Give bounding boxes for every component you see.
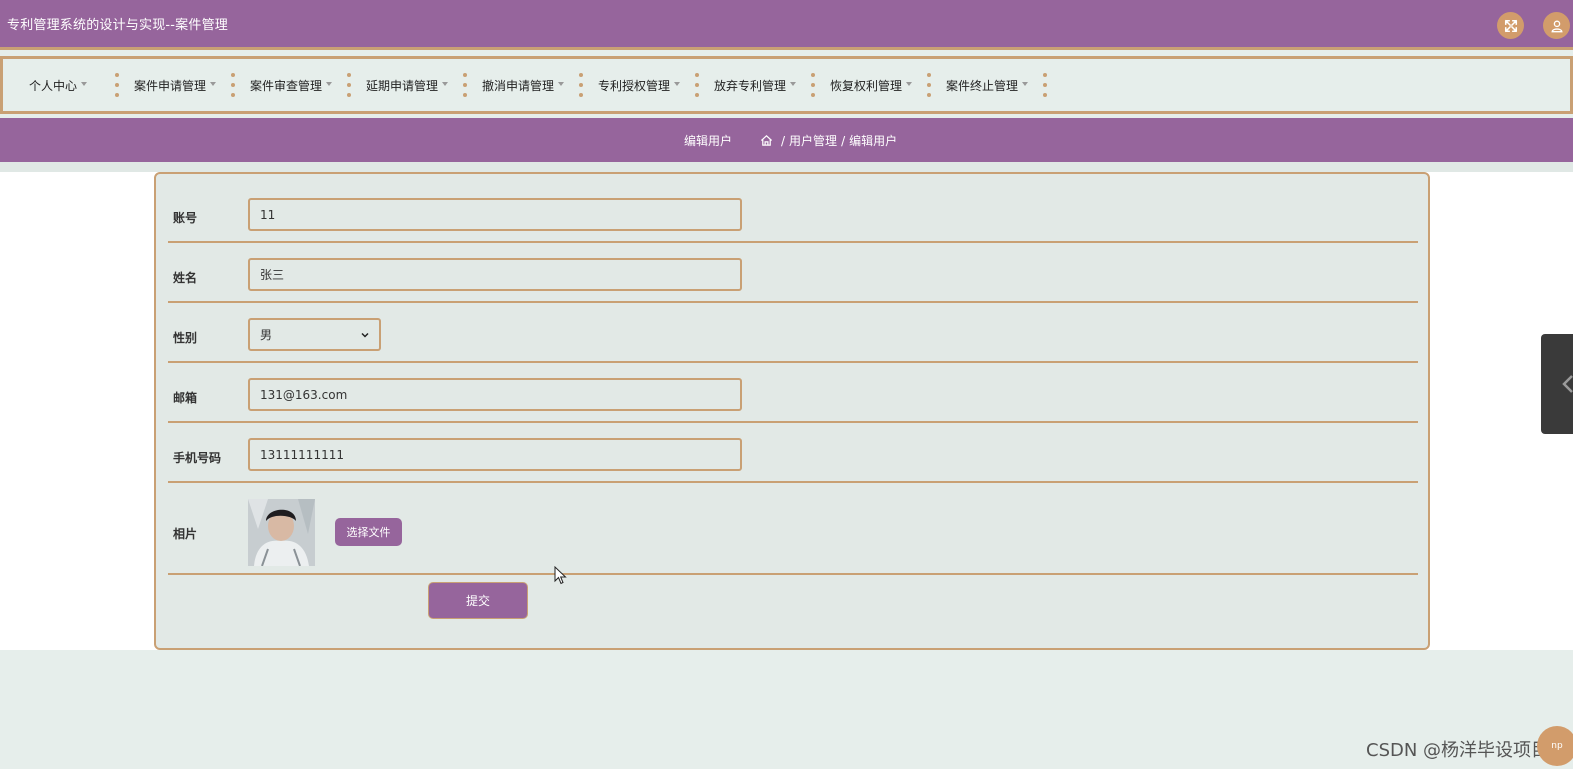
form-row-name: 姓名 — [168, 243, 1418, 303]
chevron-left-icon — [1562, 375, 1573, 393]
caret-down-icon — [326, 82, 333, 86]
caret-down-icon — [81, 82, 88, 86]
breadcrumb-item-user-management[interactable]: 用户管理 — [789, 132, 837, 149]
main-nav: 个人中心 案件申请管理 案件审查管理 延期申请管理 撤消申请管理 专利授权管理 … — [0, 56, 1573, 114]
nav-item-extension-application[interactable]: 延期申请管理 — [351, 59, 463, 111]
email-label: 邮箱 — [173, 391, 198, 405]
nav-item-case-termination[interactable]: 案件终止管理 — [931, 59, 1043, 111]
nav-separator — [1043, 73, 1047, 97]
nav-item-restore-rights[interactable]: 恢复权利管理 — [815, 59, 927, 111]
gender-select[interactable]: 男 — [248, 318, 381, 351]
chevron-down-icon — [361, 332, 369, 338]
account-input[interactable] — [248, 198, 742, 231]
avatar-photo — [248, 499, 315, 566]
form-row-phone: 手机号码 — [168, 423, 1418, 483]
breadcrumb: / 用户管理 / 编辑用户 — [760, 132, 897, 149]
gender-selected-value: 男 — [260, 328, 273, 342]
divider-band — [0, 162, 1573, 172]
form-row-gender: 性别 男 — [168, 303, 1418, 363]
nav-label: 个人中心 — [29, 78, 78, 93]
mouse-cursor-icon — [554, 566, 567, 585]
nav-item-withdraw-application[interactable]: 撤消申请管理 — [467, 59, 579, 111]
name-label: 姓名 — [173, 271, 198, 285]
expand-icon — [1504, 19, 1517, 32]
nav-label: 案件审查管理 — [250, 78, 323, 93]
app-title: 专利管理系统的设计与实现--案件管理 — [7, 18, 228, 33]
nav-label: 专利授权管理 — [598, 78, 671, 93]
fullscreen-button[interactable] — [1497, 12, 1524, 39]
nav-label: 撤消申请管理 — [482, 78, 555, 93]
nav-item-case-review[interactable]: 案件审查管理 — [235, 59, 347, 111]
phone-label: 手机号码 — [173, 451, 222, 465]
corner-badge[interactable]: np — [1537, 726, 1573, 766]
nav-label: 放弃专利管理 — [714, 78, 787, 93]
caret-down-icon — [210, 82, 217, 86]
caret-down-icon — [790, 82, 797, 86]
nav-item-personal-center[interactable]: 个人中心 — [3, 59, 115, 111]
form-row-photo: 相片 选择文件 — [168, 483, 1418, 575]
nav-item-abandon-patent[interactable]: 放弃专利管理 — [699, 59, 811, 111]
breadcrumb-bar: 编辑用户 / 用户管理 / 编辑用户 — [0, 118, 1573, 162]
side-panel-toggle[interactable] — [1541, 334, 1573, 434]
nav-label: 案件终止管理 — [946, 78, 1019, 93]
user-icon — [1550, 20, 1563, 32]
caret-down-icon — [558, 82, 565, 86]
gender-label: 性别 — [173, 331, 198, 345]
nav-label: 案件申请管理 — [134, 78, 207, 93]
portrait-image — [248, 499, 315, 566]
watermark-text: CSDN @杨洋毕设项目 — [1366, 740, 1550, 761]
form-row-email: 邮箱 — [168, 363, 1418, 423]
email-input[interactable] — [248, 378, 742, 411]
account-label: 账号 — [173, 211, 198, 225]
caret-down-icon — [674, 82, 681, 86]
nav-label: 恢复权利管理 — [830, 78, 903, 93]
name-input[interactable] — [248, 258, 742, 291]
nav-label: 延期申请管理 — [366, 78, 439, 93]
photo-label: 相片 — [173, 527, 198, 541]
page-title: 编辑用户 — [684, 134, 733, 148]
top-header-bar: 专利管理系统的设计与实现--案件管理 — [0, 0, 1573, 50]
breadcrumb-separator: / — [781, 133, 786, 148]
user-menu-button[interactable] — [1543, 12, 1570, 39]
nav-item-patent-grant[interactable]: 专利授权管理 — [583, 59, 695, 111]
caret-down-icon — [906, 82, 913, 86]
choose-file-button[interactable]: 选择文件 — [335, 518, 402, 546]
form-row-account: 账号 — [168, 174, 1418, 243]
caret-down-icon — [1022, 82, 1029, 86]
breadcrumb-separator: / — [841, 133, 846, 148]
breadcrumb-item-edit-user: 编辑用户 — [849, 134, 898, 148]
phone-input[interactable] — [248, 438, 742, 471]
nav-item-case-application[interactable]: 案件申请管理 — [119, 59, 231, 111]
caret-down-icon — [442, 82, 449, 86]
submit-button[interactable]: 提交 — [428, 582, 528, 619]
edit-user-form: 账号 姓名 性别 男 邮箱 手机号码 相片 — [154, 172, 1430, 650]
home-icon[interactable] — [760, 134, 773, 147]
